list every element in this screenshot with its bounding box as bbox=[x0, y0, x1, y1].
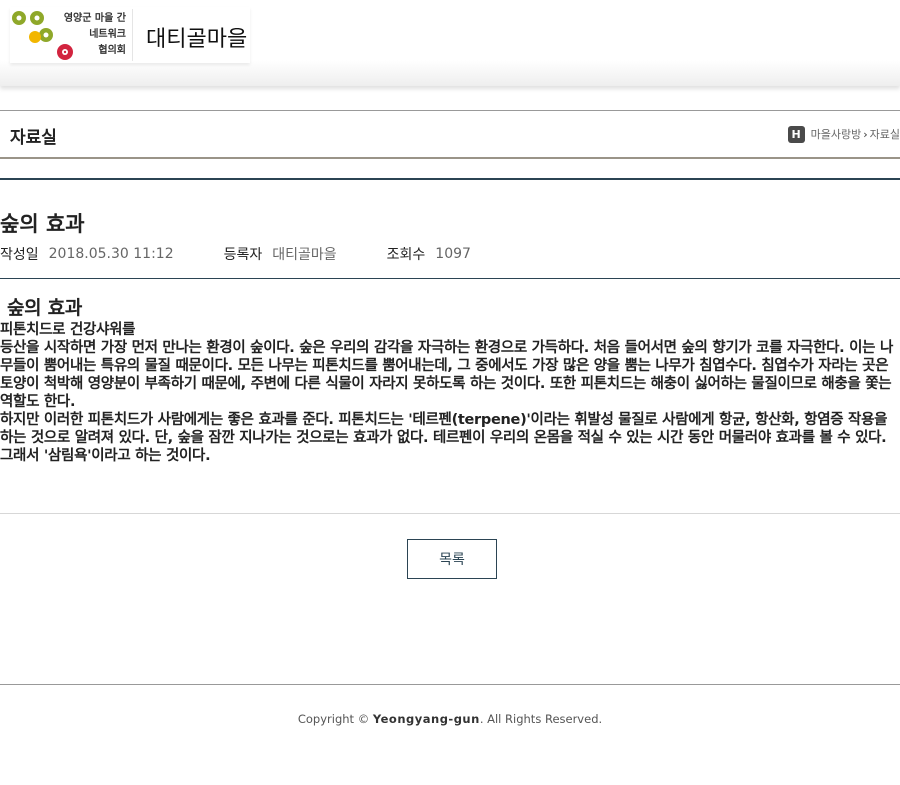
org-name: 영양군 마을 간 네트워크 협의회 bbox=[52, 11, 132, 59]
copyright-prefix: Copyright © bbox=[297, 712, 370, 726]
copyright-brand: Yeongyang-gun bbox=[372, 712, 480, 726]
footer-copyright: Copyright © Yeongyang-gun. All Rights Re… bbox=[0, 712, 900, 726]
village-name[interactable]: 대티골마을 bbox=[146, 21, 247, 53]
post-top-divider bbox=[0, 178, 900, 180]
org-name-line-1: 영양군 마을 간 bbox=[63, 13, 126, 24]
org-name-line-3: 협의회 bbox=[98, 45, 126, 56]
post-meta: 작성일 2018.05.30 11:12 등록자 대티골마을 조회수 1097 bbox=[0, 244, 471, 264]
author-label: 등록자 bbox=[223, 247, 263, 263]
date-value: 2018.05.30 11:12 bbox=[48, 246, 174, 262]
org-name-line-2: 네트워크 bbox=[89, 29, 126, 40]
views-label: 조회수 bbox=[386, 247, 426, 263]
copyright-suffix: . All Rights Reserved. bbox=[479, 712, 603, 726]
post-body-heading: 숲의 효과 bbox=[7, 297, 83, 319]
section-bar: 자료실 H 마을사랑방 › 자료실 bbox=[0, 110, 900, 159]
date-label: 작성일 bbox=[0, 247, 39, 263]
home-icon[interactable]: H bbox=[787, 125, 805, 143]
post-paragraph: 등산을 시작하면 가장 먼저 만나는 환경이 숲이다. 숲은 우리의 감각을 자… bbox=[0, 340, 893, 410]
footer-divider bbox=[0, 684, 900, 685]
section-title: 자료실 bbox=[10, 128, 57, 148]
post-body: 숲의 효과 피톤치드로 건강샤워를 등산을 시작하면 가장 먼저 만나는 환경이… bbox=[0, 295, 900, 465]
site-header: 영양군 마을 간 네트워크 협의회 대티골마을 bbox=[0, 0, 900, 86]
post-title: 숲의 효과 bbox=[0, 212, 85, 236]
content-divider bbox=[0, 513, 900, 514]
logo[interactable]: 영양군 마을 간 네트워크 협의회 대티골마을 bbox=[10, 7, 250, 63]
logo-divider bbox=[132, 9, 133, 61]
breadcrumb-item-archive[interactable]: 자료실 bbox=[870, 126, 900, 142]
breadcrumb-item-community[interactable]: 마을사랑방 bbox=[811, 126, 862, 142]
post-paragraph: 하지만 이러한 피톤치드가 사람에게는 좋은 효과를 준다. 피톤치드는 '테르… bbox=[0, 412, 888, 464]
breadcrumb: H 마을사랑방 › 자료실 bbox=[787, 125, 900, 143]
views-value: 1097 bbox=[435, 246, 471, 262]
list-button[interactable]: 목록 bbox=[407, 539, 497, 579]
chevron-right-icon: › bbox=[863, 127, 868, 141]
meta-divider bbox=[0, 278, 900, 279]
author-value: 대티골마을 bbox=[272, 247, 337, 263]
post-paragraph: 피톤치드로 건강샤워를 bbox=[0, 322, 136, 338]
